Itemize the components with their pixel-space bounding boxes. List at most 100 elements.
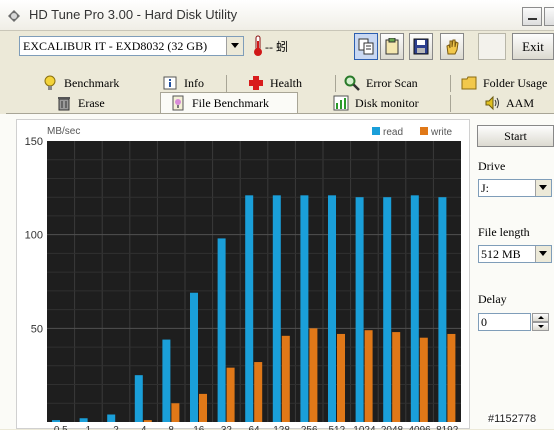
drive-selector[interactable]: EXCALIBUR IT - EXD8032 (32 GB) — [19, 36, 244, 56]
lightbulb-icon — [44, 75, 56, 90]
trash-icon — [58, 97, 70, 111]
tab-separator — [226, 75, 227, 92]
tab-info-label: Info — [184, 76, 204, 90]
legend-label-write: write — [430, 127, 453, 138]
magnifier-icon — [344, 75, 360, 91]
bar-read — [162, 339, 171, 422]
bar-write — [199, 393, 207, 422]
delay-label: Delay — [478, 292, 507, 306]
tab-info[interactable]: Info — [162, 74, 252, 93]
copy-icon — [358, 38, 374, 55]
save-button[interactable] — [409, 33, 433, 60]
copy-text-button[interactable] — [354, 33, 378, 60]
x-tick-label: 2048 — [381, 425, 404, 430]
delay-value: 0 — [481, 315, 487, 329]
watermark-text: #1152778 — [488, 413, 537, 425]
bar-read — [190, 292, 198, 422]
x-tick-label: 8192 — [436, 425, 459, 430]
tab-benchmark-label: Benchmark — [64, 76, 120, 90]
bar-read — [52, 420, 60, 422]
bar-read — [383, 197, 392, 422]
legend-swatch-write — [420, 127, 428, 135]
drive-letter-select[interactable]: J: — [478, 179, 552, 197]
x-tick-label: 4 — [141, 425, 147, 430]
x-tick-label: 0.5 — [54, 425, 68, 430]
tab-erase-label: Erase — [78, 96, 105, 110]
tab-error-scan-label: Error Scan — [366, 76, 418, 90]
monitor-chart-icon — [333, 95, 349, 111]
bar-write — [226, 367, 235, 422]
tab-separator — [450, 95, 451, 112]
x-tick-label: 128 — [273, 425, 290, 430]
y-tick-label: 100 — [25, 230, 43, 242]
minimize-button[interactable] — [522, 7, 542, 26]
x-tick-label: 256 — [301, 425, 318, 430]
delay-decrement-button[interactable] — [532, 322, 549, 331]
bar-write — [392, 332, 401, 422]
blank-toolbar-button[interactable] — [478, 33, 506, 60]
maximize-button[interactable] — [544, 7, 554, 26]
x-tick-label: 2 — [113, 425, 119, 430]
tab-disk-monitor-label: Disk monitor — [355, 96, 419, 110]
tab-file-benchmark[interactable]: File Benchmark — [170, 94, 290, 113]
title-bar: HD Tune Pro 3.00 - Hard Disk Utility — [0, 0, 554, 31]
tab-erase[interactable]: Erase — [56, 94, 146, 113]
drive-selector-value: EXCALIBUR IT - EXD8032 (32 GB) — [23, 39, 208, 53]
y-axis-label: MB/sec — [47, 126, 80, 137]
thermometer-icon — [254, 35, 262, 56]
tab-disk-monitor[interactable]: Disk monitor — [333, 94, 443, 113]
chevron-down-icon[interactable] — [535, 180, 551, 196]
tab-health-label: Health — [270, 76, 302, 90]
health-cross-icon — [249, 76, 263, 90]
chevron-down-icon[interactable] — [226, 37, 243, 55]
start-button[interactable]: Start — [477, 125, 554, 147]
x-tick-label: 1 — [86, 425, 92, 430]
bar-write — [171, 403, 180, 422]
x-tick-label: 512 — [328, 425, 345, 430]
tab-aam-label: AAM — [506, 96, 535, 110]
x-tick-label: 16 — [193, 425, 205, 430]
tab-benchmark[interactable]: Benchmark — [42, 74, 162, 93]
app-icon — [8, 10, 20, 22]
bar-write — [364, 330, 373, 422]
bar-read — [438, 197, 447, 422]
tab-aam[interactable]: AAM — [484, 94, 554, 113]
info-icon — [163, 76, 177, 90]
drive-label: Drive — [478, 159, 506, 173]
file-length-select[interactable]: 512 MB — [478, 245, 552, 263]
delay-input[interactable]: 0 — [478, 313, 531, 331]
options-button[interactable] — [440, 33, 464, 60]
bar-read — [300, 195, 309, 422]
bar-write — [419, 337, 428, 422]
y-tick-label: 150 — [25, 136, 43, 148]
tab-file-benchmark-label: File Benchmark — [192, 96, 269, 110]
tab-folder-usage[interactable]: Folder Usage — [461, 74, 554, 93]
y-tick-label: 50 — [31, 323, 43, 335]
bar-read — [410, 195, 419, 422]
delay-increment-button[interactable] — [532, 313, 549, 322]
x-tick-label: 32 — [221, 425, 233, 430]
minimize-icon — [528, 18, 537, 20]
legend-swatch-read — [372, 127, 380, 135]
tab-panel-border — [6, 113, 554, 114]
temperature-readout: -- 蚓 — [265, 40, 288, 54]
floppy-disk-icon — [413, 38, 429, 55]
x-tick-label: 64 — [248, 425, 260, 430]
exit-button[interactable]: Exit — [512, 33, 554, 60]
speaker-icon — [485, 95, 499, 111]
file-benchmark-icon — [172, 95, 184, 111]
x-tick-label: 8 — [168, 425, 174, 430]
copy-screenshot-button[interactable] — [380, 33, 404, 60]
drive-letter-value: J: — [481, 181, 490, 195]
legend-label-read: read — [383, 127, 403, 138]
tab-error-scan[interactable]: Error Scan — [344, 74, 444, 93]
bar-write — [254, 362, 263, 422]
bar-read — [134, 375, 143, 422]
hand-icon — [446, 39, 459, 55]
tab-health[interactable]: Health — [248, 74, 338, 93]
file-length-value: 512 MB — [481, 247, 521, 261]
chevron-down-icon[interactable] — [535, 246, 551, 262]
tab-separator — [335, 75, 336, 92]
window-title: HD Tune Pro 3.00 - Hard Disk Utility — [29, 7, 238, 22]
bar-read — [107, 414, 116, 422]
